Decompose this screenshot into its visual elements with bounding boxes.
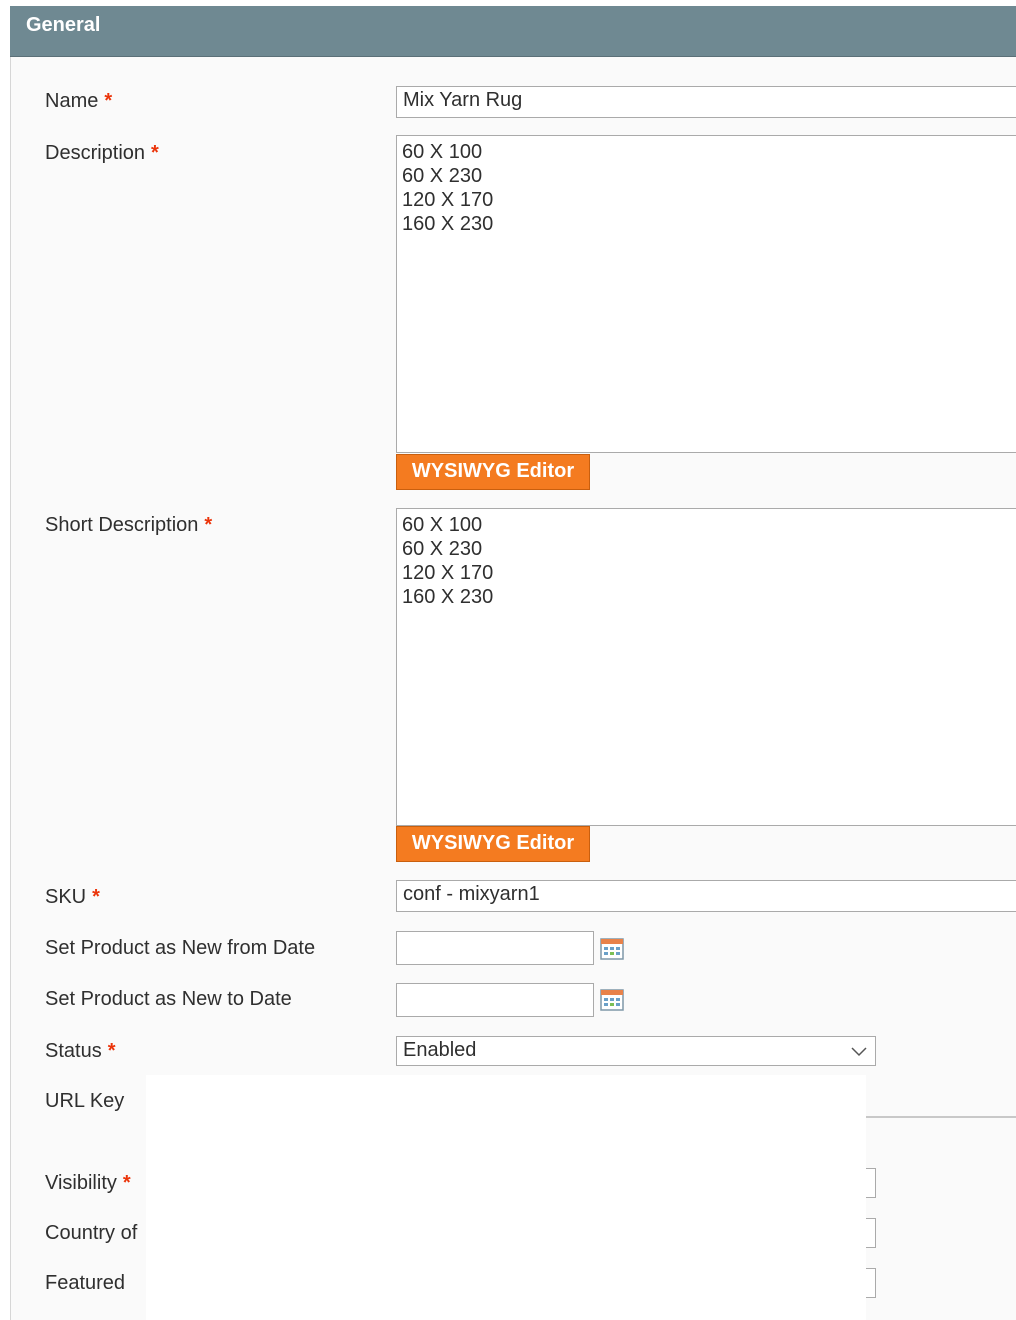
- sku-input[interactable]: conf - mixyarn1: [396, 880, 1016, 912]
- required-marker: *: [107, 1040, 116, 1062]
- visibility-label-text: Visibility: [45, 1172, 117, 1194]
- status-select-value: Enabled: [403, 1039, 477, 1061]
- name-input[interactable]: Mix Yarn Rug: [396, 86, 1016, 118]
- required-marker: *: [151, 142, 159, 164]
- sku-label: SKU *: [45, 886, 100, 909]
- country-select-edge[interactable]: [866, 1218, 876, 1248]
- country-label: Country of: [45, 1222, 138, 1244]
- featured-select-edge[interactable]: [866, 1268, 876, 1298]
- new-from-date-input[interactable]: [396, 931, 594, 965]
- required-marker: *: [204, 514, 213, 536]
- name-label: Name *: [45, 90, 112, 113]
- required-marker: *: [122, 1172, 131, 1194]
- featured-label: Featured: [45, 1272, 126, 1294]
- short-description-textarea[interactable]: 60 X 100 60 X 230 120 X 170 160 X 230: [396, 508, 1016, 826]
- short-description-line: 60 X 100: [402, 514, 483, 536]
- sku-input-value: conf - mixyarn1: [403, 883, 540, 905]
- status-label: Status *: [45, 1040, 116, 1063]
- short-description-line: 160 X 230: [402, 586, 494, 608]
- url-key-label: URL Key: [45, 1090, 125, 1112]
- short-description-label: Short Description *: [45, 514, 212, 537]
- section-header[interactable]: General: [10, 6, 1016, 57]
- new-to-date-input[interactable]: [396, 983, 594, 1017]
- short-description-line: 60 X 230: [402, 538, 483, 560]
- short-description-wysiwyg-button[interactable]: WYSIWYG Editor: [396, 826, 590, 862]
- new-from-date-label: Set Product as New from Date: [45, 937, 316, 959]
- status-label-text: Status: [45, 1040, 102, 1062]
- visibility-select-edge[interactable]: [866, 1168, 876, 1198]
- sku-label-text: SKU: [45, 886, 87, 908]
- calendar-icon[interactable]: [600, 937, 624, 961]
- visibility-label: Visibility *: [45, 1172, 131, 1195]
- name-input-value: Mix Yarn Rug: [403, 89, 523, 111]
- description-line: 60 X 100: [402, 141, 483, 163]
- description-line: 160 X 230: [402, 213, 494, 235]
- short-description-line: 120 X 170: [402, 562, 494, 584]
- description-label: Description *: [45, 142, 159, 165]
- redaction-overlay: [146, 1075, 866, 1320]
- description-wysiwyg-button[interactable]: WYSIWYG Editor: [396, 454, 590, 490]
- required-marker: *: [92, 886, 100, 908]
- section-title: General: [26, 14, 101, 36]
- chevron-down-icon: [851, 1047, 867, 1057]
- description-line: 60 X 230: [402, 165, 483, 187]
- name-label-text: Name: [45, 90, 99, 112]
- new-to-date-label: Set Product as New to Date: [45, 988, 292, 1010]
- url-key-input-edge[interactable]: [866, 1116, 1016, 1118]
- description-label-text: Description: [45, 142, 146, 164]
- description-textarea[interactable]: 60 X 100 60 X 230 120 X 170 160 X 230: [396, 135, 1016, 453]
- required-marker: *: [104, 90, 113, 112]
- status-select[interactable]: Enabled: [396, 1036, 876, 1066]
- short-description-label-text: Short Description: [45, 514, 199, 536]
- description-line: 120 X 170: [402, 189, 494, 211]
- calendar-icon[interactable]: [600, 988, 624, 1012]
